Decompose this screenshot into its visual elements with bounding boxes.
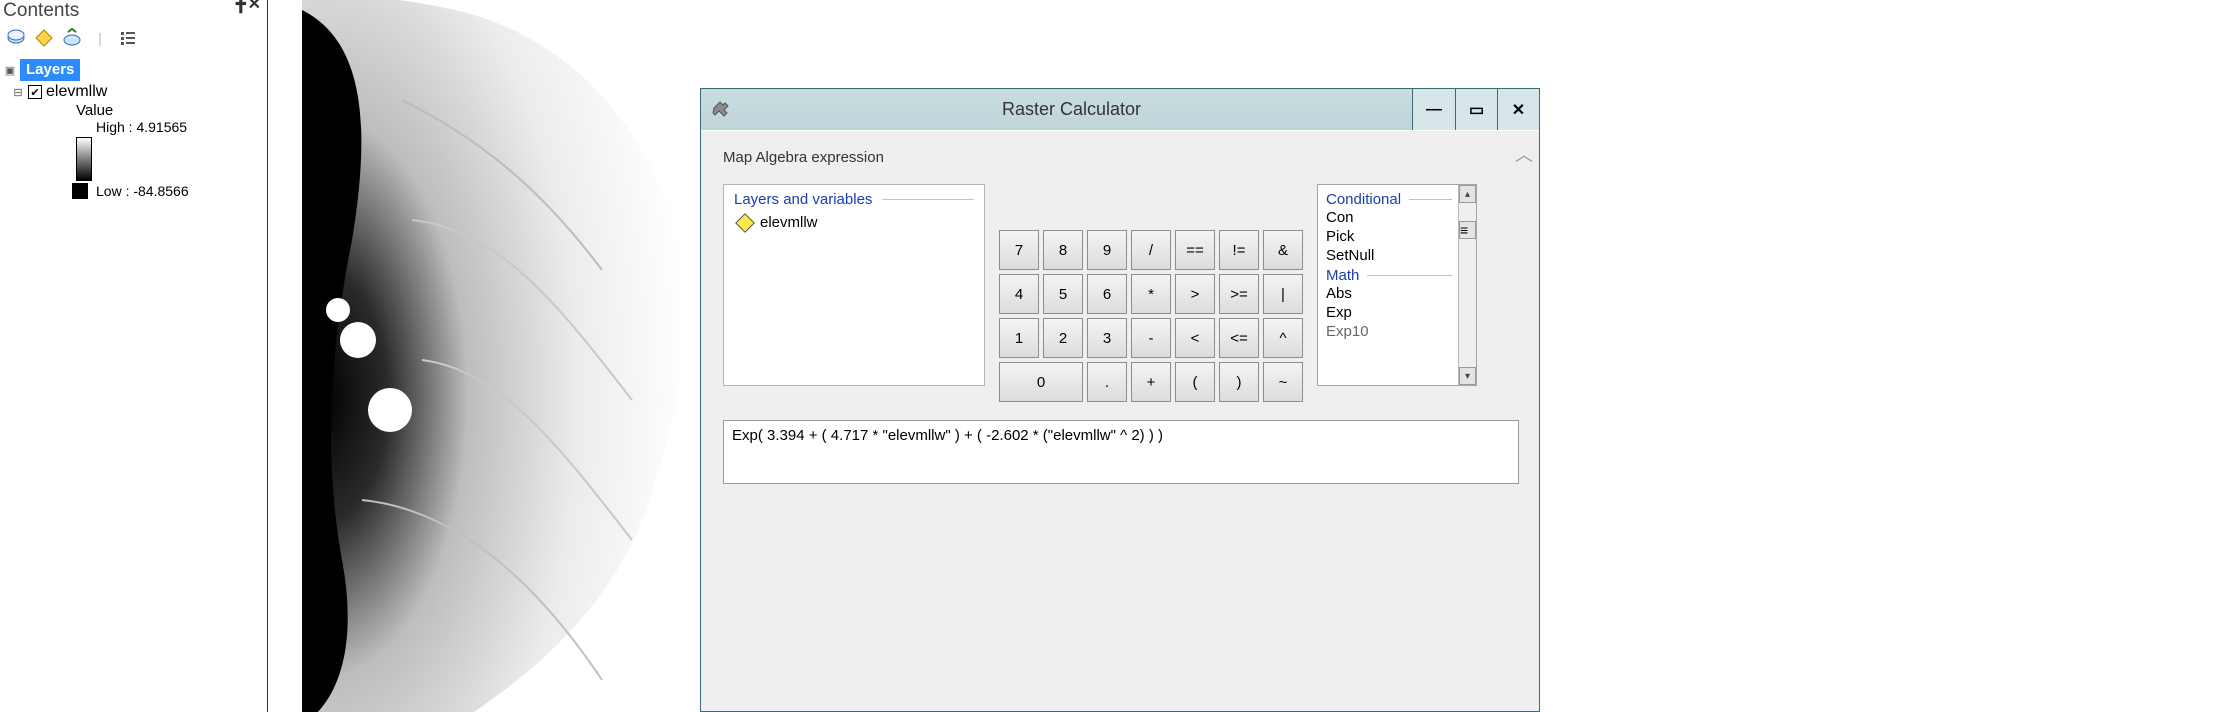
list-by-visibility-icon[interactable] [62,28,82,48]
scroll-up-button[interactable]: ▴ [1459,185,1476,203]
func-con[interactable]: Con [1326,208,1458,227]
key-or[interactable]: | [1263,274,1303,314]
gradient-swatch [76,137,92,181]
close-icon[interactable]: ✕ [248,0,261,14]
expression-text: Exp( 3.394 + ( 4.717 * "elevmllw" ) + ( … [732,427,1163,444]
pin-icon[interactable]: ╋ [236,0,246,14]
expression-section-label: Map Algebra expression [723,149,1519,166]
key-gte[interactable]: >= [1219,274,1259,314]
key-divide[interactable]: / [1131,230,1171,270]
layer-name[interactable]: elevmllw [46,83,107,101]
key-lparen[interactable]: ( [1175,362,1215,402]
low-label: Low : -84.8566 [96,183,189,199]
toc-header: e Of Contents ╋ ✕ [0,0,265,24]
toc-toolbar: | [0,24,265,52]
table-of-contents-panel: e Of Contents ╋ ✕ | ▣ Layers ⊟ ✔ elevmll… [0,0,268,712]
toolbar-separator: | [90,28,110,48]
gradient-high-swatch [72,119,88,135]
maximize-button[interactable]: ▭ [1455,89,1497,130]
key-7[interactable]: 7 [999,230,1039,270]
scroll-down-button[interactable]: ▾ [1459,367,1476,385]
layer-item-label: elevmllw [760,214,818,231]
group-math: Math [1326,265,1458,284]
key-rparen[interactable]: ) [1219,362,1259,402]
key-6[interactable]: 6 [1087,274,1127,314]
dialog-titlebar[interactable]: Raster Calculator — ▭ ✕ [701,89,1539,131]
key-neq[interactable]: != [1219,230,1259,270]
key-gt[interactable]: > [1175,274,1215,314]
function-list: Conditional Con Pick SetNull Math Abs Ex… [1317,184,1477,386]
func-pick[interactable]: Pick [1326,227,1458,246]
hammer-icon [711,100,731,120]
close-button[interactable]: ✕ [1497,89,1539,130]
key-plus[interactable]: + [1131,362,1171,402]
key-lt[interactable]: < [1175,318,1215,358]
layer-visibility-checkbox[interactable]: ✔ [28,85,42,99]
key-3[interactable]: 3 [1087,318,1127,358]
collapse-toggle[interactable]: ▣ [4,64,16,77]
layer-list-item[interactable]: elevmllw [734,214,974,231]
expression-textbox[interactable]: Exp( 3.394 + ( 4.717 * "elevmllw" ) + ( … [723,420,1519,484]
dialog-title: Raster Calculator [731,99,1412,120]
key-2[interactable]: 2 [1043,318,1083,358]
key-0[interactable]: 0 [999,362,1083,402]
key-minus[interactable]: - [1131,318,1171,358]
key-8[interactable]: 8 [1043,230,1083,270]
layers-root-node[interactable]: Layers [20,59,80,81]
key-4[interactable]: 4 [999,274,1039,314]
value-heading: Value [76,102,261,119]
key-9[interactable]: 9 [1087,230,1127,270]
key-5[interactable]: 5 [1043,274,1083,314]
funcbox-scrollbar[interactable]: ▴ ≡ ▾ [1458,185,1476,385]
toc-title: e Of Contents [0,0,79,22]
raster-layer-icon [735,213,755,233]
collapse-toggle[interactable]: ⊟ [12,86,24,99]
window-buttons: — ▭ ✕ [1412,89,1539,130]
func-setnull[interactable]: SetNull [1326,246,1458,265]
gradient-low-swatch [72,183,88,199]
key-1[interactable]: 1 [999,318,1039,358]
layers-variables-box: Layers and variables elevmllw [723,184,985,386]
operator-keypad: 7 8 9 / == != & 4 5 6 * > >= | 1 2 3 - <… [999,184,1303,402]
list-by-drawing-order-icon[interactable] [6,28,26,48]
key-eq[interactable]: == [1175,230,1215,270]
func-exp[interactable]: Exp [1326,303,1458,322]
raster-calculator-dialog: Raster Calculator — ▭ ✕ ︿ Map Algebra ex… [700,88,1540,712]
toc-tree: ▣ Layers ⊟ ✔ elevmllw Value High : 4.915… [0,52,265,205]
key-lte[interactable]: <= [1219,318,1259,358]
func-exp10[interactable]: Exp10 [1326,322,1458,341]
key-and[interactable]: & [1263,230,1303,270]
scroll-track[interactable]: ≡ [1459,203,1476,367]
minimize-button[interactable]: — [1413,89,1455,130]
group-conditional: Conditional [1326,189,1458,208]
scroll-thumb[interactable]: ≡ [1459,221,1476,239]
key-dot[interactable]: . [1087,362,1127,402]
func-abs[interactable]: Abs [1326,284,1458,303]
layers-variables-title: Layers and variables [734,191,974,208]
options-icon[interactable] [118,28,138,48]
high-label: High : 4.91565 [96,119,187,135]
list-by-source-icon[interactable] [34,28,54,48]
key-not[interactable]: ~ [1263,362,1303,402]
scroll-up-icon[interactable]: ︿ [1515,141,1533,167]
key-multiply[interactable]: * [1131,274,1171,314]
key-pow[interactable]: ^ [1263,318,1303,358]
